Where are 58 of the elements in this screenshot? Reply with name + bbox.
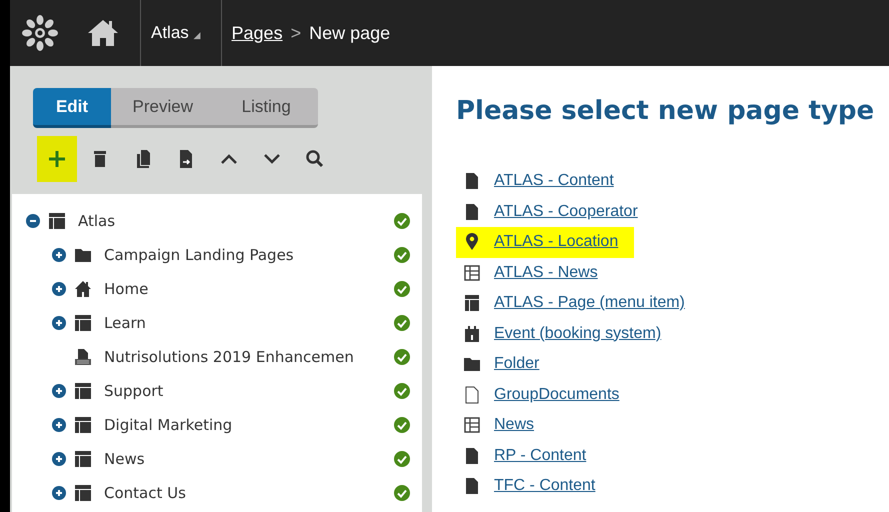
expand-icon[interactable] — [52, 486, 66, 500]
mode-tab[interactable]: Edit — [33, 88, 111, 128]
page-type-link[interactable]: TFC - Content — [494, 477, 596, 496]
page-type-link[interactable]: ATLAS - News — [494, 264, 598, 282]
news-grid-icon — [464, 264, 480, 282]
pdf-file-icon — [74, 348, 92, 366]
page-type-link[interactable]: ATLAS - Cooperator — [494, 202, 638, 221]
site-selector[interactable]: Atlas ◢ — [151, 23, 201, 43]
blank-page-icon — [464, 386, 480, 404]
layout-icon — [74, 450, 92, 468]
breadcrumb-separator: > — [290, 22, 302, 44]
page-type-link[interactable]: GroupDocuments — [494, 386, 620, 404]
layout-icon — [74, 314, 92, 332]
mode-tab[interactable]: Preview — [111, 88, 214, 128]
expand-icon[interactable] — [52, 418, 66, 432]
map-pin-icon — [464, 233, 480, 252]
page-type-link[interactable]: Folder — [494, 355, 540, 374]
tree-item[interactable]: Digital Marketing — [104, 416, 394, 434]
collapse-icon[interactable] — [26, 214, 40, 228]
house-icon[interactable] — [86, 18, 120, 48]
folder-icon — [464, 355, 480, 374]
page-icon — [464, 446, 480, 465]
layout-icon — [464, 294, 480, 312]
breadcrumb-current: New page — [309, 22, 390, 44]
tree-item[interactable]: Campaign Landing Pages — [104, 246, 394, 264]
tree-item[interactable]: Learn — [104, 314, 394, 332]
tree-item[interactable]: Nutrisolutions 2019 Enhancemen — [104, 348, 394, 366]
calendar-icon — [464, 324, 480, 343]
page-type-link[interactable]: RP - Content — [494, 446, 586, 465]
expand-icon[interactable] — [52, 316, 66, 330]
tree-item[interactable]: Contact Us — [104, 484, 394, 502]
page-type-link[interactable]: Event (booking system) — [494, 324, 662, 343]
mode-tab[interactable]: Listing — [214, 88, 318, 128]
page-type-link[interactable]: ATLAS - Page (menu item) — [494, 294, 685, 312]
tree-item[interactable]: Atlas — [78, 212, 394, 230]
expand-icon[interactable] — [52, 248, 66, 262]
plus-icon[interactable] — [37, 136, 77, 182]
layout-icon — [74, 382, 92, 400]
folder-icon — [74, 246, 92, 264]
asterisk-logo-icon[interactable] — [22, 15, 58, 51]
expand-icon[interactable] — [52, 282, 66, 296]
tree-item[interactable]: News — [104, 450, 394, 468]
tree-item[interactable]: Home — [104, 280, 394, 298]
page-type-link[interactable]: ATLAS - Content — [494, 172, 614, 190]
tree-item[interactable]: Support — [104, 382, 394, 400]
breadcrumb-link[interactable]: Pages — [232, 22, 283, 44]
expand-icon[interactable] — [52, 452, 66, 466]
house-icon — [74, 280, 92, 298]
layout-icon — [48, 212, 66, 230]
layout-icon — [74, 484, 92, 502]
news-grid-icon — [464, 416, 480, 434]
page-icon — [464, 172, 480, 190]
expand-icon[interactable] — [52, 384, 66, 398]
page-type-link[interactable]: News — [494, 416, 534, 434]
page-heading: Please select new page type — [456, 96, 876, 126]
layout-icon — [74, 416, 92, 434]
page-icon — [464, 202, 480, 221]
page-icon — [464, 477, 480, 496]
